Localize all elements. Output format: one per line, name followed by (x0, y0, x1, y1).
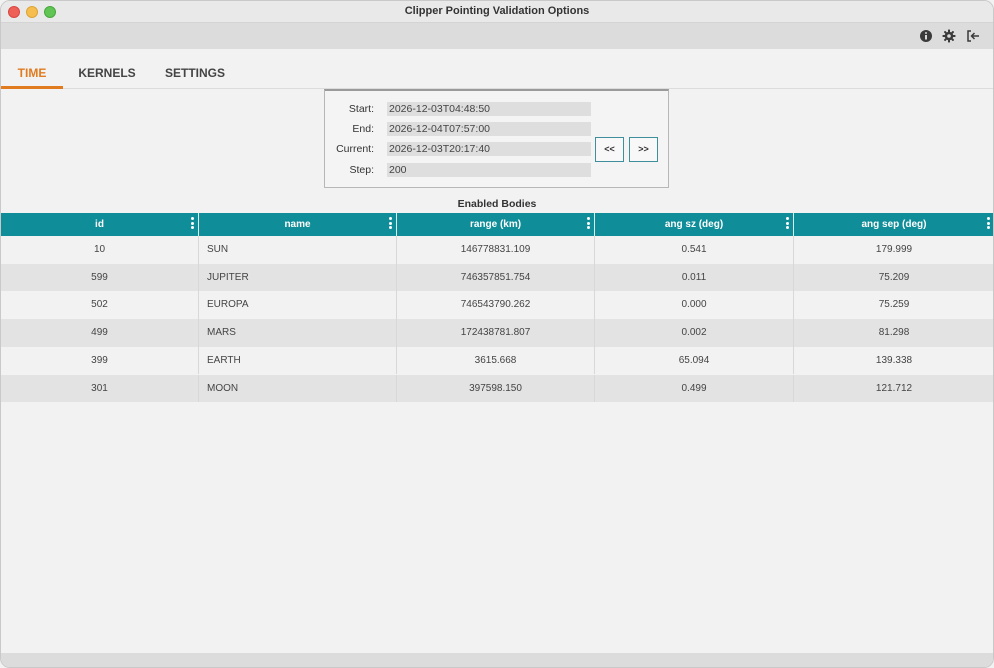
column-header-name[interactable]: name (199, 213, 397, 236)
app-window: Clipper Pointing Validation Options TIME… (0, 0, 994, 668)
column-menu-icon[interactable] (587, 217, 590, 231)
column-header-id[interactable]: id (1, 213, 199, 236)
cell-id: 301 (1, 374, 199, 402)
cell-id: 502 (1, 291, 199, 319)
cell-range: 746543790.262 (397, 291, 595, 319)
start-time-field[interactable] (387, 102, 591, 116)
column-header-label: id (95, 219, 104, 230)
cell-name: EARTH (199, 346, 397, 375)
title-bar: Clipper Pointing Validation Options (1, 1, 993, 23)
cell-ang-sz: 65.094 (595, 346, 794, 375)
cell-range: 172438781.807 (397, 319, 595, 347)
column-menu-icon[interactable] (389, 217, 392, 231)
cell-range: 397598.150 (397, 374, 595, 402)
cell-ang-sep: 81.298 (794, 319, 993, 347)
table-row[interactable]: 499 MARS 172438781.807 0.002 81.298 (1, 319, 993, 347)
cell-range: 746357851.754 (397, 263, 595, 292)
cell-id: 10 (1, 236, 199, 264)
table-header: id name range (km) ang sz (deg) ang sep (deg… (1, 213, 993, 236)
tab-kernels[interactable]: KERNELS (71, 59, 143, 89)
cell-ang-sz: 0.000 (595, 291, 794, 319)
column-header-ang-sz[interactable]: ang sz (deg) (595, 213, 794, 236)
column-header-label: ang sep (deg) (861, 219, 927, 230)
tab-bar: TIME KERNELS SETTINGS (1, 59, 993, 89)
cell-ang-sep: 139.338 (794, 347, 993, 375)
column-header-ang-sep[interactable]: ang sep (deg) (794, 213, 993, 236)
column-menu-icon[interactable] (786, 217, 789, 231)
cell-ang-sz: 0.499 (595, 374, 794, 402)
cell-name: JUPITER (199, 263, 397, 292)
gear-icon[interactable] (942, 29, 956, 43)
tab-settings[interactable]: SETTINGS (156, 59, 234, 89)
column-header-range[interactable]: range (km) (397, 213, 595, 236)
current-time-field[interactable] (387, 142, 591, 156)
cell-id: 599 (1, 263, 199, 292)
info-icon[interactable] (919, 29, 933, 43)
cell-name: EUROPA (199, 291, 397, 319)
step-label: Step: (349, 164, 374, 176)
cell-name: MOON (199, 374, 397, 402)
cell-id: 499 (1, 319, 199, 347)
cell-name: SUN (199, 236, 397, 264)
status-bar (1, 653, 993, 667)
cell-range: 146778831.109 (397, 236, 595, 264)
cell-ang-sz: 0.011 (595, 263, 794, 292)
step-back-button[interactable]: << (595, 137, 624, 162)
step-forward-button[interactable]: >> (629, 137, 658, 162)
cell-ang-sep: 75.209 (794, 264, 993, 292)
toolbar (1, 23, 993, 49)
logout-icon[interactable] (966, 29, 980, 43)
cell-ang-sep: 75.259 (794, 291, 993, 319)
cell-id: 399 (1, 346, 199, 375)
end-label: End: (352, 123, 374, 135)
cell-ang-sep: 179.999 (794, 236, 993, 264)
column-header-label: name (284, 219, 311, 230)
column-menu-icon[interactable] (987, 217, 990, 231)
start-label: Start: (348, 103, 374, 115)
enabled-bodies-title: Enabled Bodies (457, 198, 537, 210)
cell-ang-sz: 0.541 (595, 236, 794, 264)
column-menu-icon[interactable] (191, 217, 194, 231)
table-row[interactable]: 599 JUPITER 746357851.754 0.011 75.209 (1, 263, 993, 292)
current-label: Current: (336, 143, 374, 155)
time-controls-panel: Start: End: Current: Step: << >> (324, 89, 669, 188)
end-time-field[interactable] (387, 122, 591, 136)
column-header-label: range (km) (469, 219, 522, 230)
table-row[interactable]: 10 SUN 146778831.109 0.541 179.999 (1, 236, 993, 264)
window-title: Clipper Pointing Validation Options (404, 5, 590, 17)
tab-time[interactable]: TIME (1, 59, 63, 89)
table-row[interactable]: 502 EUROPA 746543790.262 0.000 75.259 (1, 291, 993, 319)
table-row[interactable]: 399 EARTH 3615.668 65.094 139.338 (1, 346, 993, 375)
cell-name: MARS (199, 319, 397, 347)
step-field[interactable] (387, 163, 591, 177)
column-header-label: ang sz (deg) (664, 219, 724, 230)
cell-range: 3615.668 (397, 346, 595, 375)
cell-ang-sep: 121.712 (794, 375, 993, 403)
cell-ang-sz: 0.002 (595, 319, 794, 347)
table-row[interactable]: 301 MOON 397598.150 0.499 121.712 (1, 374, 993, 403)
